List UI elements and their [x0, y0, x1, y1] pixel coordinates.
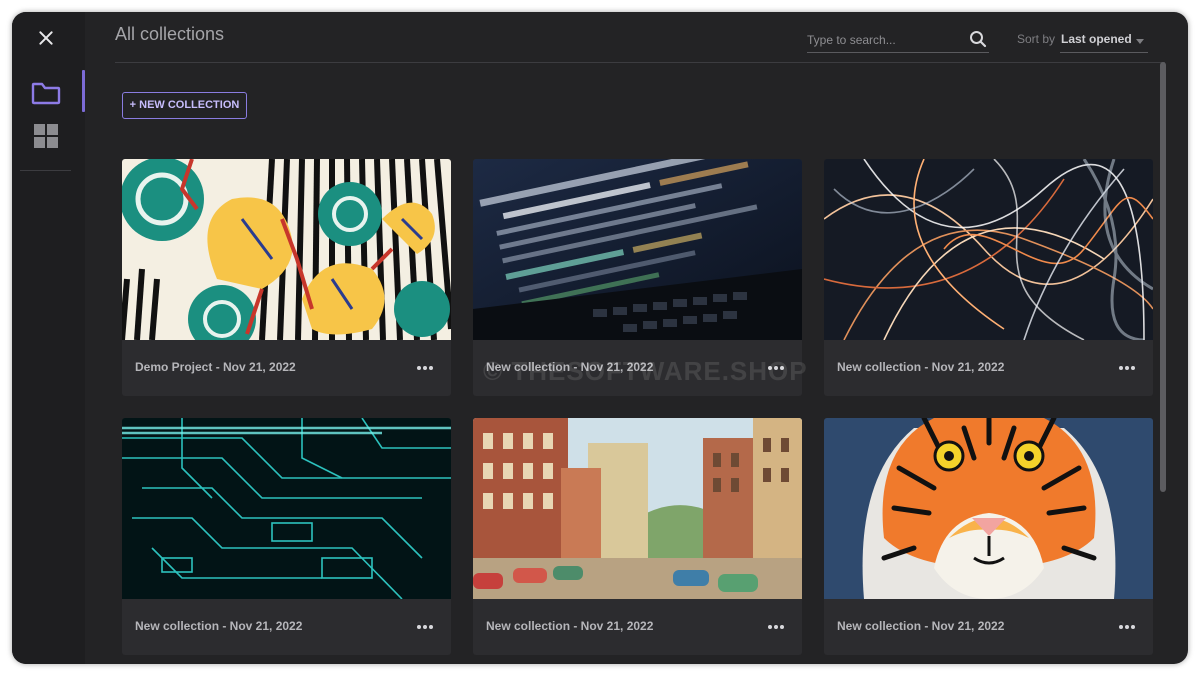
header-divider: [115, 62, 1165, 63]
collection-title: New collection - Nov 21, 2022: [486, 360, 654, 374]
main-content: All collections Sort by Last opened + NE…: [85, 12, 1188, 664]
sort-label: Sort by: [1017, 32, 1056, 46]
collection-title: New collection - Nov 21, 2022: [837, 619, 1005, 633]
app-window: All collections Sort by Last opened + NE…: [12, 12, 1188, 664]
collection-card[interactable]: New collection - Nov 21, 2022: [824, 418, 1153, 655]
more-options-icon[interactable]: [768, 620, 788, 634]
collection-title: New collection - Nov 21, 2022: [837, 360, 1005, 374]
sidebar: [12, 12, 85, 664]
collection-card[interactable]: New collection - Nov 21, 2022: [473, 418, 802, 655]
search-box[interactable]: [807, 28, 989, 53]
collection-card[interactable]: New collection - Nov 21, 2022: [473, 159, 802, 396]
grid-icon[interactable]: [32, 122, 60, 150]
more-options-icon[interactable]: [1119, 620, 1139, 634]
collection-title: New collection - Nov 21, 2022: [135, 619, 303, 633]
light-trails-thumbnail: [824, 159, 1153, 340]
collection-title: New collection - Nov 21, 2022: [486, 619, 654, 633]
more-options-icon[interactable]: [768, 361, 788, 375]
more-options-icon[interactable]: [417, 620, 437, 634]
chevron-down-icon: [1136, 39, 1144, 44]
search-input[interactable]: [807, 30, 957, 50]
collection-title: Demo Project - Nov 21, 2022: [135, 360, 296, 374]
code-laptop-thumbnail: [473, 159, 802, 340]
sort-select[interactable]: Last opened: [1060, 28, 1148, 53]
more-options-icon[interactable]: [417, 361, 437, 375]
floral-pattern-thumbnail: [122, 159, 451, 340]
more-options-icon[interactable]: [1119, 361, 1139, 375]
folder-icon[interactable]: [30, 78, 62, 108]
sidebar-divider: [20, 170, 71, 171]
page-title: All collections: [115, 24, 225, 44]
collection-card[interactable]: New collection - Nov 21, 2022: [824, 159, 1153, 396]
scrollbar[interactable]: [1160, 62, 1166, 492]
close-icon[interactable]: [34, 26, 58, 50]
search-icon[interactable]: [969, 30, 987, 48]
circuit-board-thumbnail: [122, 418, 451, 599]
tiger-illustration-thumbnail: [824, 418, 1153, 599]
vintage-street-thumbnail: [473, 418, 802, 599]
sort-value: Last opened: [1061, 32, 1132, 46]
collection-card[interactable]: New collection - Nov 21, 2022: [122, 418, 451, 655]
collection-card[interactable]: Demo Project - Nov 21, 2022: [122, 159, 451, 396]
new-collection-button[interactable]: + NEW COLLECTION: [122, 92, 247, 119]
